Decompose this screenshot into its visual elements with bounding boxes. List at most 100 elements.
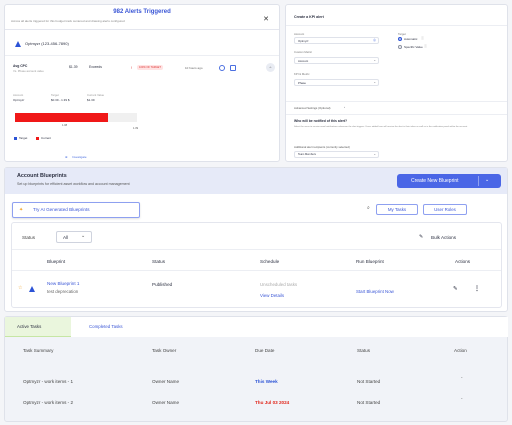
blueprints-title: Account Blueprints bbox=[17, 173, 67, 179]
create-blueprint-button[interactable]: Create New Blueprint ⌄ bbox=[397, 174, 501, 188]
alert-time: 10 hours ago bbox=[185, 66, 203, 70]
col-actions: Actions bbox=[455, 259, 471, 264]
radio-automatic[interactable] bbox=[398, 37, 402, 41]
alerts-subtitle: Across all alerts triggered for this bud… bbox=[11, 19, 125, 23]
recipients-value: Team Members bbox=[298, 153, 316, 156]
chevron-down-icon: ⌄ bbox=[373, 152, 376, 156]
search-icon[interactable]: ⌕ bbox=[367, 205, 370, 211]
kpi-metric-select[interactable]: Phase ⌄ bbox=[294, 79, 379, 86]
status-filter-label: Status bbox=[22, 235, 36, 240]
account-label: Account bbox=[294, 32, 305, 36]
field-value-account: Optmyzr bbox=[13, 98, 25, 102]
task-summary: Optmyzr - work items - 2 bbox=[23, 400, 74, 405]
task-owner: Owner Name bbox=[152, 379, 180, 384]
metric-value: $1.39 bbox=[69, 65, 78, 69]
tab-completed-tasks[interactable]: Completed Tasks bbox=[71, 317, 508, 337]
task-due-date: Thu Jul 03 2024 bbox=[255, 400, 290, 405]
chevron-right-icon[interactable]: › bbox=[344, 105, 345, 109]
field-value-current: $1.39 bbox=[87, 98, 95, 102]
status-filter-select[interactable]: All ⌄ bbox=[56, 231, 92, 243]
my-tasks-button[interactable]: My Tasks bbox=[376, 204, 418, 215]
optmyzr-logo-icon bbox=[29, 286, 35, 292]
bulk-actions-button[interactable]: Bulk Actions bbox=[431, 235, 456, 240]
advanced-settings-toggle[interactable]: Advanced Settings (Optional) bbox=[294, 106, 330, 110]
recipients-select[interactable]: Team Members ⌄ bbox=[294, 151, 379, 158]
chevron-down-icon: ⌄ bbox=[373, 80, 376, 84]
sparkle-icon: ✦ bbox=[19, 207, 24, 213]
status-filter-value: All bbox=[63, 235, 69, 240]
notify-select-label: Additional alert recipients (currently s… bbox=[294, 145, 350, 149]
radio-specific-label: Specific Value bbox=[404, 45, 423, 49]
ai-blueprints-button[interactable]: ✦ Try AI Generated Blueprints bbox=[12, 202, 140, 218]
tab-completed-tasks-label: Completed Tasks bbox=[89, 324, 123, 329]
chevron-up-icon[interactable]: ^ bbox=[266, 63, 275, 72]
investigate-icon[interactable]: ⊕ bbox=[65, 155, 68, 159]
notify-description: Select the users to receive email notifi… bbox=[294, 126, 468, 128]
notify-heading: Who will be notified of this alert? bbox=[294, 119, 348, 123]
col-run-blueprint: Run Blueprint bbox=[356, 259, 384, 264]
star-icon[interactable]: ☆ bbox=[18, 285, 22, 291]
chevron-down-icon: ⌄ bbox=[373, 58, 376, 62]
optmyzr-logo-icon bbox=[15, 41, 21, 47]
org-name: Optmyzr (123-456-7890) bbox=[25, 41, 69, 46]
metric-subtext: Vs. Phase account value bbox=[13, 69, 44, 73]
divider bbox=[286, 101, 507, 102]
note-icon[interactable] bbox=[230, 65, 236, 71]
history-icon[interactable] bbox=[219, 65, 225, 71]
col-task-owner: Task Owner bbox=[152, 348, 177, 353]
blueprints-table-card: Status All ⌄ ✎ Bulk Actions Blueprint St… bbox=[11, 222, 502, 308]
task-action[interactable]: - bbox=[461, 375, 463, 380]
task-status: Not Started bbox=[357, 379, 381, 384]
start-blueprint-link[interactable]: Start Blueprint Now bbox=[356, 289, 394, 294]
close-icon[interactable]: ✕ bbox=[263, 15, 269, 23]
blueprint-status: Published bbox=[152, 282, 173, 287]
col-schedule: Schedule bbox=[260, 259, 280, 264]
col-task-summary: Task Summary bbox=[23, 348, 54, 353]
account-input[interactable]: Optmyzr ◎ bbox=[294, 37, 379, 44]
col-status: Status bbox=[152, 259, 166, 264]
more-vertical-icon[interactable]: ⋮ bbox=[474, 285, 480, 292]
divider bbox=[12, 249, 501, 250]
progress-bar-fill bbox=[15, 113, 108, 122]
task-owner: Owner Name bbox=[152, 400, 180, 405]
task-status: Not Started bbox=[357, 400, 381, 405]
button-divider bbox=[478, 176, 479, 186]
divider bbox=[5, 55, 279, 56]
legend-current-swatch bbox=[36, 137, 39, 140]
blueprint-schedule: Unscheduled tasks bbox=[260, 282, 298, 287]
col-blueprint: Blueprint bbox=[47, 259, 66, 264]
tab-active-tasks-label: Active Tasks bbox=[17, 324, 42, 329]
edit-icon[interactable]: ✎ bbox=[453, 286, 458, 292]
radio-automatic-label: Automatic bbox=[404, 37, 418, 41]
task-action[interactable]: - bbox=[461, 396, 463, 401]
target-pill: 100% OF TARGET bbox=[137, 65, 163, 70]
blueprints-panel: Account Blueprints Set up blueprints for… bbox=[4, 167, 508, 312]
tasks-panel: Active Tasks Completed Tasks Task Summar… bbox=[4, 316, 508, 422]
task-due-date: This Week bbox=[255, 379, 278, 384]
alerts-title: 982 Alerts Triggered bbox=[113, 9, 171, 15]
search-icon: ◎ bbox=[373, 38, 376, 42]
kpi-alert-panel: Create a KPI alert Account Optmyzr ◎ Cus… bbox=[285, 4, 508, 162]
radio-specific-value[interactable] bbox=[398, 45, 402, 49]
field-label-current: Current Value bbox=[87, 93, 105, 97]
divider bbox=[12, 270, 501, 271]
tab-active-tasks[interactable]: Active Tasks bbox=[5, 317, 71, 337]
chevron-down-icon[interactable]: ⌄ bbox=[485, 177, 489, 183]
blueprint-name-link[interactable]: New Blueprint 1 bbox=[47, 281, 79, 286]
bar-low-label: 1.08 bbox=[62, 124, 68, 127]
view-details-link[interactable]: View Details bbox=[260, 293, 284, 298]
legend-target-swatch bbox=[14, 137, 17, 140]
info-icon: ⓘ bbox=[424, 44, 428, 48]
progress-bar bbox=[15, 113, 137, 122]
account-input-value: Optmyzr bbox=[298, 39, 309, 43]
kpi-metric-label: KPI & Metric bbox=[294, 72, 310, 76]
edit-icon[interactable]: ✎ bbox=[419, 234, 423, 240]
custom-metric-select[interactable]: Account ⌄ bbox=[294, 57, 379, 64]
custom-metric-value: Account bbox=[298, 59, 309, 63]
alerts-panel: 982 Alerts Triggered Across all alerts t… bbox=[4, 4, 280, 162]
create-blueprint-label: Create New Blueprint bbox=[411, 178, 459, 184]
user-roles-button[interactable]: User Roles bbox=[423, 204, 467, 215]
task-summary: Optmyzr - work items - 1 bbox=[23, 379, 74, 384]
investigate-link[interactable]: Investigate bbox=[72, 155, 87, 159]
info-icon: ⓘ bbox=[421, 36, 425, 40]
